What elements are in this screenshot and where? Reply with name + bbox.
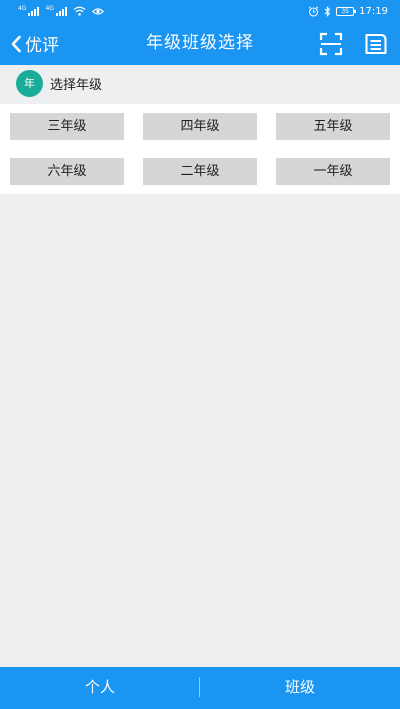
eye-icon: [91, 7, 104, 15]
tab-personal[interactable]: 个人: [0, 667, 200, 709]
back-label: 优评: [25, 36, 59, 56]
network-type-label: 4G: [18, 5, 27, 12]
status-right: 35 17:19: [308, 4, 388, 18]
signal-icon: 4G: [45, 5, 67, 16]
alarm-icon: [308, 5, 319, 17]
status-time: 17:19: [359, 5, 388, 17]
status-left: 4G 4G: [18, 4, 104, 18]
section-title: 选择年级: [50, 77, 103, 93]
grade-button[interactable]: 三年级: [10, 113, 124, 140]
signal-icon: 4G: [18, 5, 40, 16]
app-bar: 优评 年级班级选择: [0, 22, 400, 65]
grade-badge: 年: [16, 69, 43, 97]
chevron-left-icon: [11, 35, 21, 52]
battery-icon: 35: [336, 6, 357, 16]
section-header: 年 选择年级: [0, 65, 400, 101]
back-button[interactable]: 优评: [10, 22, 59, 65]
network-type-label: 4G: [45, 5, 54, 12]
scan-icon[interactable]: [319, 32, 343, 56]
grade-button[interactable]: 五年级: [276, 113, 390, 140]
grade-button[interactable]: 一年级: [276, 158, 390, 185]
grade-button[interactable]: 二年级: [143, 158, 257, 185]
grade-panel: 三年级 四年级 五年级 六年级 二年级 一年级: [0, 104, 400, 194]
grade-button[interactable]: 四年级: [143, 113, 257, 140]
document-icon[interactable]: [364, 32, 388, 56]
battery-level: 35: [341, 7, 349, 15]
tab-class[interactable]: 班级: [200, 667, 400, 709]
grade-button[interactable]: 六年级: [10, 158, 124, 185]
bluetooth-icon: [324, 5, 331, 17]
bottom-nav: 个人 班级: [0, 667, 400, 709]
status-bar: 4G 4G 35 17:19: [0, 0, 400, 22]
wifi-icon: [73, 6, 86, 16]
